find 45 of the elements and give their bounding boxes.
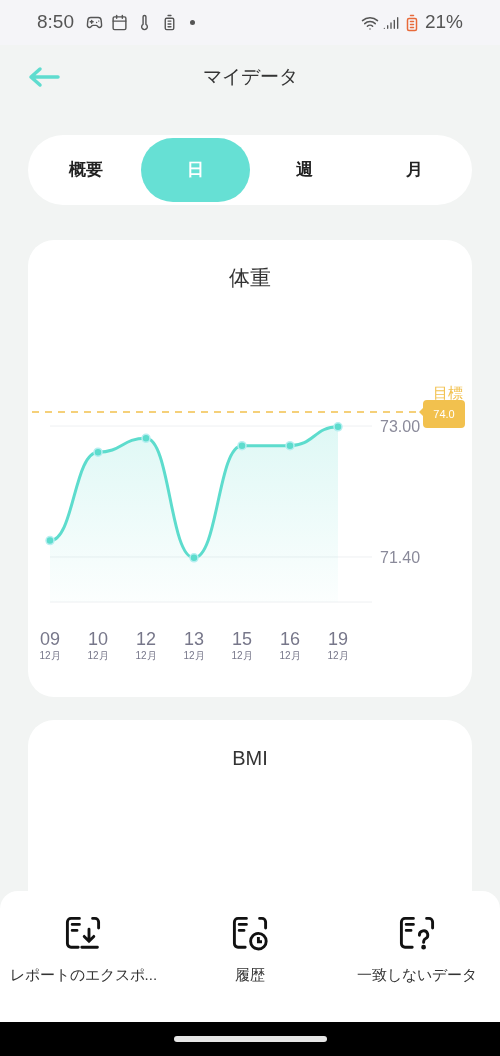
- goal-badge: [419, 400, 465, 428]
- action-button[interactable]: 一致しないデータ: [333, 891, 500, 1022]
- document-clock-icon: [232, 916, 268, 952]
- data-point: [237, 440, 247, 451]
- document-question-icon: [398, 916, 435, 952]
- x-axis-label: 09: [40, 629, 60, 649]
- action-button[interactable]: 履歴: [166, 891, 334, 1022]
- card-title: BMI: [231, 746, 269, 771]
- x-axis-month: 12月: [183, 650, 205, 661]
- x-axis-month: 12月: [135, 650, 157, 661]
- data-point: [141, 433, 151, 444]
- period-tab[interactable]: 週: [250, 138, 360, 202]
- goal-value: 74.0: [433, 408, 455, 420]
- page-title: マイデータ: [202, 65, 298, 90]
- x-axis-label: 15: [232, 629, 252, 649]
- data-point: [45, 535, 55, 546]
- x-axis-month: 12月: [39, 650, 61, 661]
- x-axis-label: 16: [280, 629, 300, 649]
- card-title: 体重: [228, 265, 272, 290]
- x-axis-month: 12月: [231, 650, 253, 661]
- data-point: [189, 553, 199, 563]
- y-axis-label: 71.40: [380, 549, 421, 566]
- status-time: 8:50: [37, 10, 74, 35]
- signal-icon: [382, 14, 399, 31]
- x-axis-month: 12月: [279, 650, 301, 661]
- home-indicator[interactable]: [173, 1036, 327, 1042]
- data-point: [285, 440, 295, 451]
- x-axis-label: 10: [88, 629, 108, 649]
- game-controller-icon: [86, 14, 103, 31]
- data-point: [333, 422, 343, 432]
- x-axis-label: 19: [328, 629, 348, 649]
- document-download-icon: [65, 916, 102, 952]
- x-axis-month: 12月: [87, 650, 109, 661]
- calendar-icon: [111, 14, 128, 31]
- battery-percent: 21%: [424, 10, 463, 35]
- y-axis-label: 73.00: [380, 418, 421, 435]
- x-axis-month: 12月: [327, 650, 349, 661]
- x-axis-label: 13: [184, 629, 204, 649]
- x-axis-label: 12: [136, 629, 156, 649]
- period-tab[interactable]: 月: [359, 138, 469, 202]
- back-arrow-icon: [28, 66, 60, 88]
- action-button[interactable]: レポートのエクスポ...: [0, 891, 167, 1022]
- period-tab[interactable]: 概要: [31, 138, 141, 202]
- goal-label: 目標: [433, 384, 463, 401]
- data-point: [93, 447, 103, 457]
